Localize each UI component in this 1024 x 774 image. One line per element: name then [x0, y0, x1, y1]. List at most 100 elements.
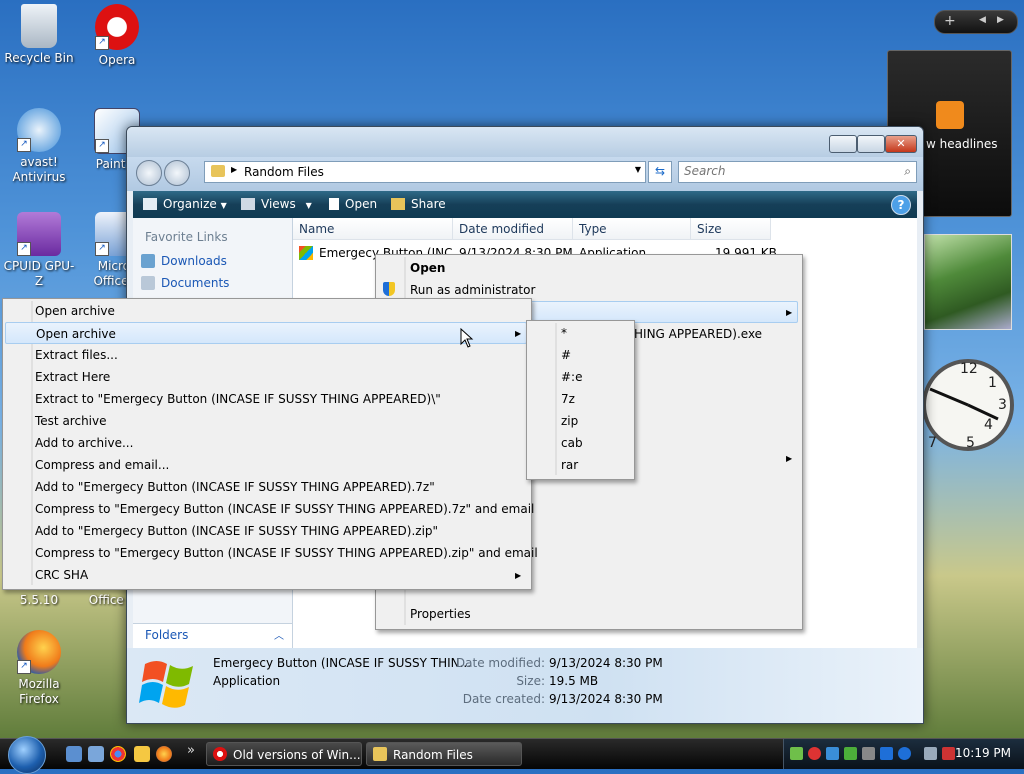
menu-item-type-zip[interactable]: zip — [561, 410, 578, 432]
column-header-size[interactable]: Size — [691, 218, 771, 240]
close-button[interactable]: ✕ — [885, 135, 917, 153]
menu-item-extract-files[interactable]: Extract files... — [35, 344, 118, 366]
chevron-right-icon: ▶ — [786, 454, 793, 463]
forward-button[interactable] — [164, 160, 190, 186]
menu-item-test-archive[interactable]: Test archive — [35, 410, 107, 432]
messenger-icon[interactable] — [134, 746, 150, 762]
share-button[interactable]: Share — [391, 197, 446, 211]
chevron-right-icon: ▶ — [515, 571, 522, 580]
open-button[interactable]: Open — [329, 197, 377, 211]
desktop-icon-avast[interactable]: ↗ avast! Antivirus — [3, 108, 75, 185]
chevron-up-icon[interactable]: ︿ — [274, 627, 284, 642]
folder-icon — [211, 165, 225, 177]
refresh-button[interactable]: ⇆ — [648, 161, 672, 183]
app-tray-icon[interactable] — [862, 747, 875, 760]
next-arrow-icon[interactable]: ▶ — [997, 15, 1004, 25]
breadcrumb[interactable]: Random Files — [244, 165, 324, 179]
chevron-down-icon[interactable]: ▼ — [635, 165, 641, 174]
desktop-icon-opera[interactable]: ↗ Opera — [81, 4, 153, 68]
menu-item-partial-filename[interactable]: HING APPEARED).exe — [634, 323, 762, 345]
menu-item-open-archive[interactable]: Open archive — [35, 300, 115, 322]
search-box[interactable]: ⌕ — [678, 161, 917, 183]
switch-windows-icon[interactable] — [88, 746, 104, 762]
address-bar[interactable]: ▶ Random Files ▼ — [204, 161, 646, 183]
maximize-button[interactable] — [857, 135, 885, 153]
menu-item-open[interactable]: Open — [410, 257, 445, 279]
firefox-quicklaunch-icon[interactable] — [156, 746, 172, 762]
menu-item-type-star[interactable]: * — [561, 322, 567, 344]
menu-item-open-archive-submenu[interactable]: Open archive — [5, 322, 527, 344]
volume-muted-icon[interactable] — [942, 747, 955, 760]
details-date-modified: 9/13/2024 8:30 PM — [549, 656, 663, 670]
chevron-down-icon: ▼ — [305, 201, 312, 210]
details-date-created-label: Date created: — [462, 692, 545, 706]
menu-item-properties[interactable]: Properties — [410, 603, 471, 625]
desktop-icon-gpu-z[interactable]: ↗ CPUID GPU-Z — [3, 212, 75, 289]
taskbar-button-opera[interactable]: Old versions of Win... — [206, 742, 362, 766]
mouse-cursor-icon — [460, 328, 474, 348]
menu-item-type-hash[interactable]: # — [561, 344, 571, 366]
start-button[interactable] — [8, 736, 46, 774]
chevron-right-icon: ▶ — [231, 165, 238, 174]
sidebar-control-bar[interactable]: + ◀ ▶ — [934, 10, 1018, 34]
add-gadget-icon[interactable]: + — [944, 13, 956, 29]
search-input[interactable] — [679, 162, 889, 180]
menu-item-extract-here[interactable]: Extract Here — [35, 366, 110, 388]
open-archive-submenu: * # #:e 7z zip cab rar — [526, 320, 635, 480]
organize-icon — [143, 198, 157, 210]
column-header-date-modified[interactable]: Date modified — [453, 218, 573, 240]
sevenzip-context-menu: Open archive Open archive ▶ Extract file… — [2, 298, 538, 590]
favorite-link-documents[interactable]: Documents — [141, 276, 229, 290]
command-bar: Organize ▼ Views ▼ Open Share ? — [133, 191, 917, 218]
column-header-name[interactable]: Name — [293, 218, 453, 240]
system-clock[interactable]: 10:19 PM — [955, 746, 1011, 760]
check-tray-icon[interactable] — [844, 747, 857, 760]
desktop-icon-firefox[interactable]: ↗ Mozilla Firefox — [3, 630, 75, 707]
chrome-icon[interactable] — [110, 746, 126, 762]
clock-gadget[interactable]: 12 1 3 4 5 7 — [922, 343, 1014, 463]
back-button[interactable] — [136, 160, 162, 186]
desktop-icon-label: Opera — [98, 53, 136, 67]
svg-text:4: 4 — [984, 417, 993, 433]
details-kind: Application — [213, 674, 281, 688]
menu-item-add-to-7z[interactable]: Add to "Emergecy Button (INCASE IF SUSSY… — [35, 476, 435, 498]
desktop-icon-recycle-bin[interactable]: Recycle Bin — [3, 4, 75, 66]
slideshow-gadget[interactable] — [924, 234, 1012, 330]
folders-toggle[interactable]: Folders ︿ — [133, 623, 292, 648]
menu-item-type-cab[interactable]: cab — [561, 432, 583, 454]
rss-icon — [936, 101, 964, 129]
title-bar[interactable]: ✕ — [127, 127, 923, 157]
show-desktop-icon[interactable] — [66, 746, 82, 762]
desktop-icon-label: avast! Antivirus — [12, 155, 66, 184]
menu-item-type-rar[interactable]: rar — [561, 454, 578, 476]
menu-item-type-hash-e[interactable]: #:e — [561, 366, 582, 388]
favorite-link-downloads[interactable]: Downloads — [141, 254, 227, 268]
info-tray-icon[interactable] — [898, 747, 911, 760]
update-tray-icon[interactable] — [826, 747, 839, 760]
menu-item-compress-zip-email[interactable]: Compress to "Emergecy Button (INCASE IF … — [35, 542, 538, 564]
menu-item-add-to-zip[interactable]: Add to "Emergecy Button (INCASE IF SUSSY… — [35, 520, 438, 542]
quicklaunch-more-icon[interactable]: » — [187, 743, 195, 758]
menu-item-add-to-archive[interactable]: Add to archive... — [35, 432, 133, 454]
views-button[interactable]: Views ▼ — [241, 197, 312, 211]
taskbar-button-random-files[interactable]: Random Files — [366, 742, 522, 766]
opera-icon — [213, 747, 227, 761]
organize-button[interactable]: Organize ▼ — [143, 197, 227, 211]
menu-item-compress-7z-email[interactable]: Compress to "Emergecy Button (INCASE IF … — [35, 498, 534, 520]
document-icon — [329, 198, 339, 210]
help-button[interactable]: ? — [891, 195, 911, 215]
antivirus-tray-icon[interactable] — [808, 747, 821, 760]
menu-item-type-7z[interactable]: 7z — [561, 388, 575, 410]
column-header-type[interactable]: Type — [573, 218, 691, 240]
prev-arrow-icon[interactable]: ◀ — [979, 15, 986, 25]
svg-text:5: 5 — [966, 435, 975, 451]
network-tray-icon[interactable] — [790, 747, 803, 760]
search-icon[interactable]: ⌕ — [904, 164, 911, 179]
menu-item-compress-and-email[interactable]: Compress and email... — [35, 454, 169, 476]
menu-item-crc-sha[interactable]: CRC SHA — [35, 564, 88, 586]
menu-item-extract-to[interactable]: Extract to "Emergecy Button (INCASE IF S… — [35, 388, 441, 410]
recycle-bin-icon — [21, 4, 57, 48]
minimize-button[interactable] — [829, 135, 857, 153]
monitor-tray-icon[interactable] — [924, 747, 937, 760]
app-tray-icon[interactable] — [880, 747, 893, 760]
